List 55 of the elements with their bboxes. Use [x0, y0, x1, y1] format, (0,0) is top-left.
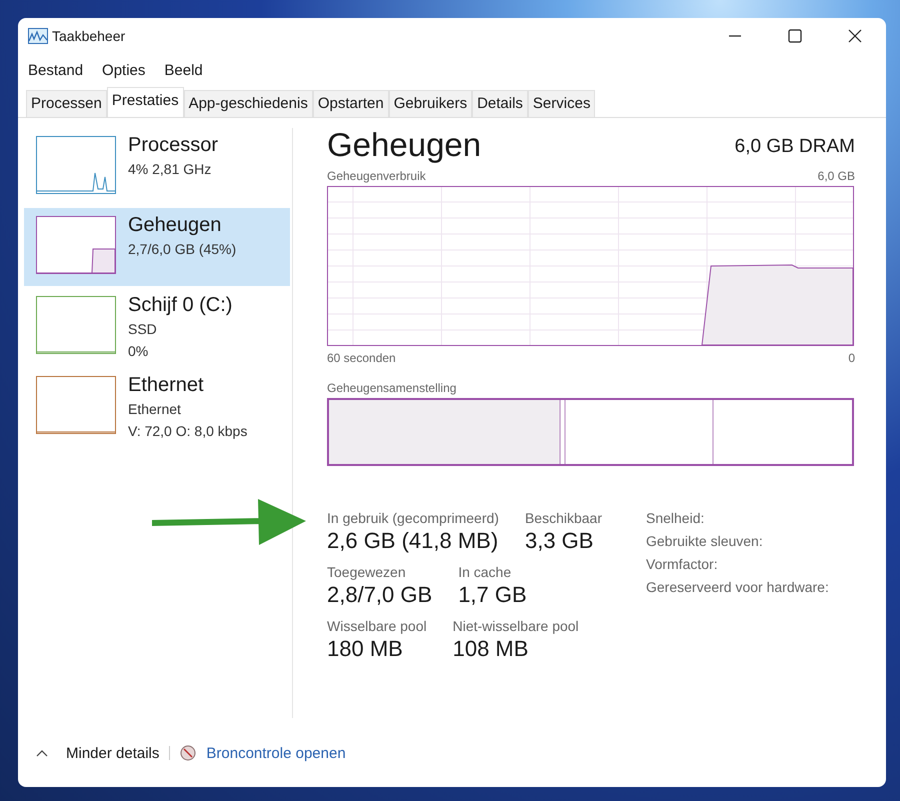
device-info: 4% 2,81 GHz [128, 160, 212, 179]
graph-label: Geheugenverbruik [327, 169, 426, 183]
menu-item[interactable]: Beeld [164, 62, 203, 78]
menu-item[interactable]: Bestand [28, 62, 84, 78]
stat-value: 2,6 GB (41,8 MB) [327, 528, 499, 554]
detail-label: Gereserveerd voor hardware: [646, 579, 829, 595]
graph-max: 6,0 GB [818, 169, 855, 183]
panel-title: Geheugen [327, 126, 482, 164]
tab[interactable]: Processen [26, 90, 107, 117]
window-title: Taakbeheer [52, 28, 126, 44]
device-name: Ethernet [128, 373, 205, 398]
chart-icon [28, 28, 48, 44]
tab[interactable]: App-geschiedenis [184, 90, 313, 117]
gauge-icon [180, 745, 196, 761]
stat-label: In cache [458, 564, 512, 580]
tab[interactable]: Details [472, 90, 528, 117]
device-name: Schijf 0 (C:) [128, 293, 232, 318]
stat-label: In gebruik (gecomprimeerd) [327, 510, 499, 526]
stat-label: Wisselbare pool [327, 618, 427, 634]
stat-value: 3,3 GB [524, 528, 594, 554]
device-name: Geheugen [128, 213, 222, 238]
memory-type: 6,0 GB DRAM [734, 136, 855, 159]
device-info: 2,7/6,0 GB (45%) [128, 240, 236, 259]
menu-item[interactable]: Opties [102, 62, 146, 78]
stat-label: Toegewezen [327, 564, 407, 580]
device-info: Ethernet [128, 400, 182, 419]
chevron-up-icon[interactable] [36, 749, 48, 757]
device-info: SSD [128, 320, 158, 339]
tab[interactable]: Gebruikers [388, 90, 472, 117]
detail-label: Gebruikte sleuven: [646, 533, 764, 549]
device-info: V: 72,0 O: 8,0 kbps [128, 422, 248, 441]
stat-value: 108 MB [452, 636, 530, 662]
resource-monitor-link[interactable]: Broncontrole openen [206, 744, 346, 762]
stat-value: 180 MB [327, 636, 404, 662]
stat-label: Beschikbaar [524, 510, 602, 526]
tab[interactable]: Services [528, 90, 596, 117]
axis-label: 60 seconden [327, 351, 396, 365]
device-info: 0% [128, 342, 150, 361]
stat-value: 1,7 GB [458, 582, 527, 608]
device-name: Processor [128, 133, 218, 158]
detail-label: Snelheid: [646, 510, 706, 526]
detail-label: Vormfactor: [646, 556, 719, 572]
sidebar-item[interactable]: Schijf 0 (C:) SSD 0% [24, 288, 290, 366]
axis-label: 0 [848, 351, 855, 365]
graph-label: Geheugensamenstelling [327, 381, 456, 395]
stat-value: 2,8/7,0 GB [327, 582, 432, 608]
tab[interactable]: Prestaties [106, 87, 184, 117]
sidebar-item[interactable]: Geheugen 2,7/6,0 GB (45%) [24, 208, 290, 286]
sidebar-item[interactable]: Processor 4% 2,81 GHz [24, 128, 290, 206]
maximize-icon[interactable] [788, 29, 802, 43]
fewer-details-button[interactable]: Minder details [66, 744, 160, 762]
stat-label: Niet-wisselbare pool [452, 618, 579, 634]
tab[interactable]: Opstarten [312, 90, 389, 117]
sidebar-item[interactable]: Ethernet Ethernet V: 72,0 O: 8,0 kbps [24, 368, 290, 446]
close-icon[interactable] [848, 29, 862, 43]
